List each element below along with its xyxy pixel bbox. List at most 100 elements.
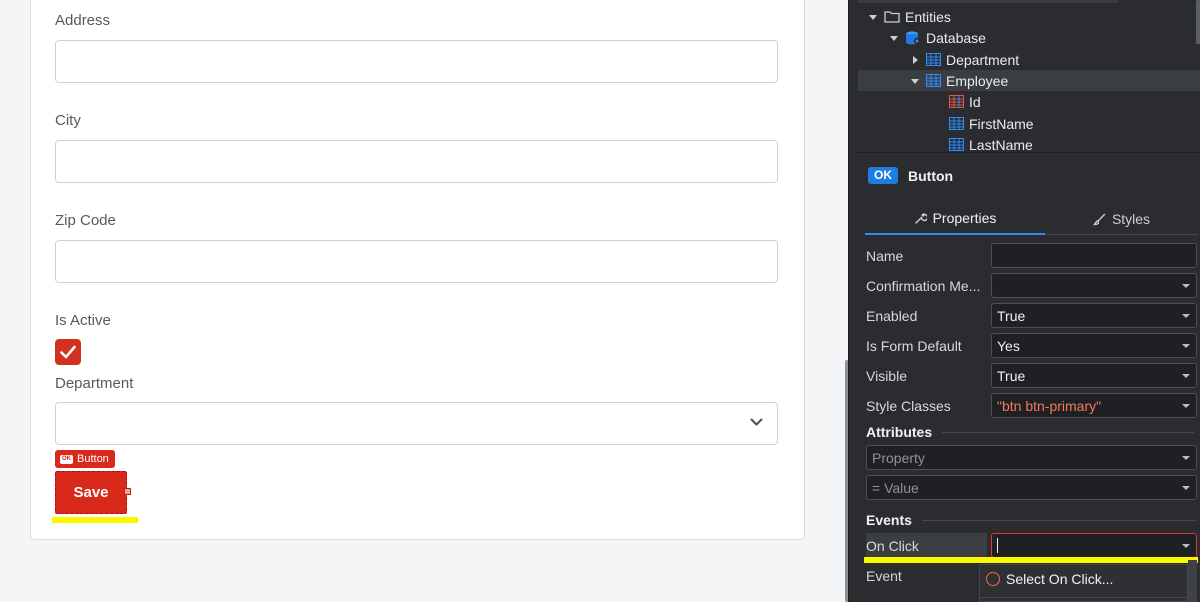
prop-value: Yes: [997, 337, 1020, 354]
selected-component-tag: OK Button: [55, 450, 115, 468]
tab-properties[interactable]: Properties: [865, 203, 1045, 235]
prop-form-default-label: Is Form Default: [866, 338, 962, 354]
prop-name-label: Name: [866, 248, 904, 264]
highlight-marker: [864, 557, 1198, 563]
on-click-input[interactable]: [991, 533, 1197, 558]
prop-enabled-label: Enabled: [866, 308, 918, 324]
tree-item-label: Id: [969, 93, 981, 110]
attribute-value-select[interactable]: = Value: [866, 475, 1197, 500]
save-button[interactable]: Save: [55, 471, 127, 514]
folder-icon: [884, 10, 900, 23]
designer-canvas: Address City Zip Code Is Active Departme…: [0, 0, 849, 602]
is-active-checkbox[interactable]: [55, 339, 81, 365]
checkmark-icon: [60, 345, 76, 359]
attribute-value-placeholder: = Value: [872, 479, 919, 496]
caret-down-icon: [890, 35, 898, 41]
attribute-property-placeholder: Property: [872, 449, 925, 466]
tree-item-employee[interactable]: Employee: [858, 70, 1200, 91]
city-label: City: [55, 112, 81, 129]
caret-down-icon: [1182, 284, 1190, 288]
city-input[interactable]: [55, 140, 778, 183]
caret-down-icon: [1182, 486, 1190, 490]
tree-item-label: Employee: [946, 72, 1009, 89]
attribute-property-select[interactable]: Property: [866, 445, 1197, 470]
on-click-dropdown: Select On Click...: [979, 564, 1189, 602]
on-click-label: On Click: [866, 533, 987, 558]
prop-value: "btn btn-primary": [997, 397, 1102, 414]
table-icon: [926, 53, 941, 66]
caret-down-icon: [1182, 456, 1190, 460]
caret-down-icon: [869, 14, 877, 20]
prop-style-classes-select[interactable]: "btn btn-primary": [991, 393, 1197, 418]
ok-badge-icon: OK: [868, 167, 898, 184]
text-cursor: [997, 538, 998, 553]
tree-item-id[interactable]: Id: [858, 91, 1200, 112]
tree-item-firstname[interactable]: FirstName: [858, 113, 1200, 134]
attributes-title: Attributes: [866, 424, 1195, 440]
database-icon: [905, 30, 921, 45]
resize-handle[interactable]: [124, 488, 131, 495]
tab-label: Properties: [932, 210, 997, 226]
entity-tree: Entities Database Department Employee Id…: [858, 0, 1200, 152]
prop-name-input[interactable]: [991, 243, 1197, 268]
address-input[interactable]: [55, 40, 778, 83]
is-active-label: Is Active: [55, 312, 111, 329]
circle-icon: [986, 572, 1000, 586]
department-select[interactable]: [55, 402, 778, 445]
prop-visible-select[interactable]: True: [991, 363, 1197, 388]
caret-down-icon: [1182, 374, 1190, 378]
tab-label: Styles: [1111, 211, 1151, 227]
section-title-text: Events: [866, 512, 912, 528]
prop-confirmation-label: Confirmation Me...: [866, 278, 981, 294]
tree-item-label: FirstName: [969, 115, 1034, 132]
event-label: Event: [866, 568, 902, 584]
brush-icon: [1093, 213, 1106, 225]
caret-right-icon: [913, 55, 918, 64]
prop-value: True: [997, 307, 1026, 324]
zip-code-label: Zip Code: [55, 212, 116, 229]
tree-item-label: LastName: [969, 136, 1033, 153]
prop-form-default-select[interactable]: Yes: [991, 333, 1197, 358]
column-icon: [949, 138, 964, 151]
tree-item-database[interactable]: Database: [858, 27, 1200, 48]
key-column-icon: [949, 95, 964, 108]
selected-component-tag-label: Button: [77, 453, 109, 465]
tree-item-entities[interactable]: Entities: [858, 6, 1200, 27]
dropdown-option-select-on-click[interactable]: Select On Click...: [986, 571, 1113, 587]
address-label: Address: [55, 12, 111, 29]
caret-down-icon: [1182, 314, 1190, 318]
section-title-text: Attributes: [866, 424, 933, 440]
prop-style-classes-label: Style Classes: [866, 398, 951, 414]
tree-scrollbar[interactable]: [1196, 0, 1200, 44]
section-divider: [942, 431, 1195, 433]
component-header: OK Button: [868, 167, 953, 184]
component-name: Button: [908, 167, 954, 184]
tree-item-department[interactable]: Department: [858, 49, 1200, 70]
prop-value: True: [997, 367, 1026, 384]
caret-down-icon: [1182, 344, 1190, 348]
tree-header-bar: [858, 0, 1118, 3]
tab-styles[interactable]: Styles: [1045, 203, 1198, 235]
dropdown-scrollbar[interactable]: [1188, 560, 1197, 602]
prop-enabled-select[interactable]: True: [991, 303, 1197, 328]
tree-item-label: Department: [946, 51, 1020, 68]
wrench-icon: [914, 212, 927, 224]
panel-tabs: Properties Styles: [865, 203, 1198, 235]
tree-item-label: Database: [926, 29, 986, 46]
column-icon: [949, 117, 964, 130]
prop-visible-label: Visible: [866, 368, 907, 384]
events-title: Events: [866, 512, 1197, 528]
chevron-down-icon: [750, 418, 763, 426]
dropdown-option-label: Select On Click...: [1006, 571, 1114, 587]
zip-code-input[interactable]: [55, 240, 778, 283]
section-divider: [921, 519, 1197, 521]
table-icon: [926, 74, 941, 87]
caret-down-icon: [911, 78, 919, 84]
tree-item-lastname[interactable]: LastName: [858, 134, 1200, 152]
caret-down-icon: [1182, 544, 1190, 548]
ok-mini-icon: OK: [60, 454, 73, 464]
tree-item-label: Entities: [905, 8, 951, 25]
department-label: Department: [55, 375, 134, 392]
caret-down-icon: [1182, 404, 1190, 408]
prop-confirmation-select[interactable]: [991, 273, 1197, 298]
